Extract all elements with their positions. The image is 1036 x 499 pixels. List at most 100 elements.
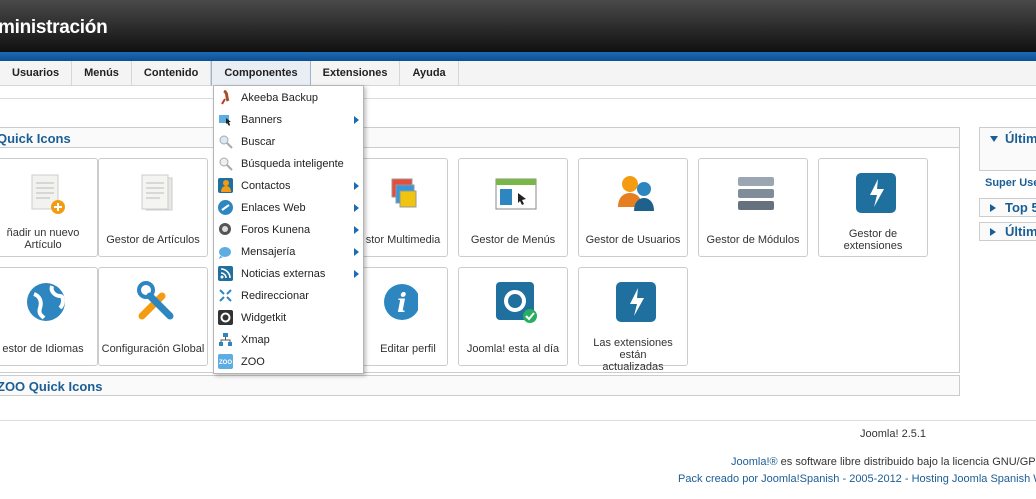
dropdown-item-contactos[interactable]: Contactos xyxy=(214,175,363,197)
banners-icon xyxy=(218,112,233,127)
right-box-title: Top 5 xyxy=(1005,200,1036,215)
right-box-latest-1[interactable]: Últim xyxy=(979,127,1036,171)
right-box-title: Últim xyxy=(1005,224,1036,239)
super-user-label[interactable]: Super Use xyxy=(985,177,1036,189)
dropdown-item-label: Mensajería xyxy=(241,246,296,258)
quick-icon-label: Gestor de Usuarios xyxy=(585,234,681,246)
license-description: es software libre distribuido bajo la li… xyxy=(777,456,1036,468)
menu-contenido[interactable]: Contenido xyxy=(132,61,212,86)
quick-icon-add-article[interactable]: ñadir un nuevo Artículo xyxy=(0,158,98,257)
right-box-latest-2[interactable]: Últim xyxy=(979,222,1036,241)
license-text: Joomla!® es software libre distribuido b… xyxy=(731,456,1036,468)
componentes-dropdown: Akeeba Backup Banners Buscar Búsqueda in… xyxy=(213,85,364,374)
submenu-arrow-icon xyxy=(354,182,359,190)
menu-menus[interactable]: Menús xyxy=(72,61,132,86)
quick-icon-module-manager[interactable]: Gestor de Módulos xyxy=(698,158,808,257)
quick-icon-global-config[interactable]: Configuración Global xyxy=(98,267,208,366)
joomla-ok-icon xyxy=(496,282,537,323)
sitemap-icon xyxy=(218,332,233,347)
quick-icon-label: Configuración Global xyxy=(101,343,205,355)
admin-title: ministración xyxy=(0,17,108,38)
quick-icons-title: Quick Icons xyxy=(0,131,71,146)
dropdown-item-label: Banners xyxy=(241,114,282,126)
svg-text:ZOO: ZOO xyxy=(219,360,232,366)
dropdown-item-label: Contactos xyxy=(241,180,291,192)
dropdown-item-label: Akeeba Backup xyxy=(241,92,319,104)
submenu-arrow-icon xyxy=(354,270,359,278)
info-icon: i xyxy=(384,284,418,320)
dropdown-item-akeeba-backup[interactable]: Akeeba Backup xyxy=(214,87,363,109)
svg-text:i: i xyxy=(397,289,407,319)
dropdown-item-redireccionar[interactable]: Redireccionar xyxy=(214,285,363,307)
dropdown-item-enlaces-web[interactable]: Enlaces Web xyxy=(214,197,363,219)
dropdown-item-label: ZOO xyxy=(241,356,265,368)
menu-manager-icon xyxy=(495,178,537,210)
quick-icon-extensions-updated[interactable]: Las extensiones están actualizadas xyxy=(578,267,688,373)
extension-manager-icon xyxy=(856,173,896,213)
dropdown-item-label: Foros Kunena xyxy=(241,224,311,236)
quick-icon-label: Gestor de Menús xyxy=(470,234,556,246)
quick-icon-joomla-uptodate[interactable]: Joomla! esta al día xyxy=(458,267,568,366)
dropdown-item-label: Enlaces Web xyxy=(241,202,306,214)
footer-divider xyxy=(0,420,1036,421)
quick-icon-language-manager[interactable]: estor de Idiomas xyxy=(0,267,98,366)
smart-search-icon xyxy=(218,156,233,171)
dropdown-item-banners[interactable]: Banners xyxy=(214,109,363,131)
dropdown-item-xmap[interactable]: Xmap xyxy=(214,329,363,351)
menu-componentes[interactable]: Componentes xyxy=(211,61,311,86)
dropdown-item-label: Buscar xyxy=(241,136,276,148)
version-text: Joomla! 2.5.1 xyxy=(860,428,927,440)
dropdown-item-noticias-externas[interactable]: Noticias externas xyxy=(214,263,363,285)
pack-credit-link[interactable]: Pack creado por Joomla!Spanish - 2005-20… xyxy=(678,473,1036,485)
quick-icons-header[interactable]: Quick Icons xyxy=(0,127,960,148)
search-icon xyxy=(218,134,233,149)
quick-icon-extension-manager[interactable]: Gestor de extensiones xyxy=(818,158,928,257)
language-globe-icon xyxy=(27,283,65,321)
collapsed-triangle-icon xyxy=(990,228,996,236)
dropdown-item-widgetkit[interactable]: Widgetkit xyxy=(214,307,363,329)
messaging-icon xyxy=(218,244,233,259)
dropdown-item-label: Noticias externas xyxy=(241,268,326,280)
menu-ayuda[interactable]: Ayuda xyxy=(400,61,459,86)
media-manager-icon xyxy=(391,178,417,208)
kunena-icon xyxy=(218,222,233,237)
module-manager-icon xyxy=(738,177,774,210)
main-menu-bar: Usuarios Menús Contenido Componentes Ext… xyxy=(0,61,1036,86)
dropdown-item-zoo[interactable]: ZOO ZOO xyxy=(214,351,363,373)
akeeba-icon xyxy=(218,89,233,105)
rss-icon xyxy=(218,266,233,281)
quick-icon-label: Las extensiones están actualizadas xyxy=(593,337,673,373)
config-tools-icon xyxy=(137,281,174,320)
quick-icon-label: Joomla! esta al día xyxy=(466,343,560,355)
dropdown-item-label: Xmap xyxy=(241,334,270,346)
collapsed-triangle-icon xyxy=(990,204,996,212)
zoo-icon: ZOO xyxy=(218,354,233,369)
widgetkit-icon xyxy=(218,310,233,325)
dropdown-item-label: Búsqueda inteligente xyxy=(241,158,344,170)
zoo-quick-icons-header[interactable]: ZOO Quick Icons xyxy=(0,375,960,396)
user-manager-icon xyxy=(618,176,654,211)
extensions-updated-icon xyxy=(616,282,656,322)
quick-icon-menu-manager[interactable]: Gestor de Menús xyxy=(458,158,568,257)
expanded-triangle-icon xyxy=(990,136,998,142)
dropdown-item-buscar[interactable]: Buscar xyxy=(214,131,363,153)
dropdown-item-mensajeria[interactable]: Mensajería xyxy=(214,241,363,263)
quick-icon-label: Gestor de Artículos xyxy=(106,234,200,246)
dropdown-item-busqueda-inteligente[interactable]: Búsqueda inteligente xyxy=(214,153,363,175)
quick-icon-label: Gestor de extensiones xyxy=(843,228,903,252)
quick-icon-user-manager[interactable]: Gestor de Usuarios xyxy=(578,158,688,257)
menu-usuarios[interactable]: Usuarios xyxy=(0,61,73,86)
header-accent-bar xyxy=(0,52,1036,61)
dropdown-item-label: Redireccionar xyxy=(241,290,309,302)
quick-icon-label: estor de Idiomas xyxy=(2,343,84,355)
submenu-arrow-icon xyxy=(354,226,359,234)
menu-extensiones[interactable]: Extensiones xyxy=(311,61,401,86)
dropdown-item-foros-kunena[interactable]: Foros Kunena xyxy=(214,219,363,241)
weblinks-icon xyxy=(218,200,233,215)
right-box-top5[interactable]: Top 5 xyxy=(979,198,1036,217)
dropdown-item-label: Widgetkit xyxy=(241,312,287,324)
quick-icon-article-manager[interactable]: Gestor de Artículos xyxy=(98,158,208,257)
joomla-link[interactable]: Joomla!® xyxy=(731,456,778,468)
add-article-icon xyxy=(31,174,65,214)
submenu-arrow-icon xyxy=(354,204,359,212)
